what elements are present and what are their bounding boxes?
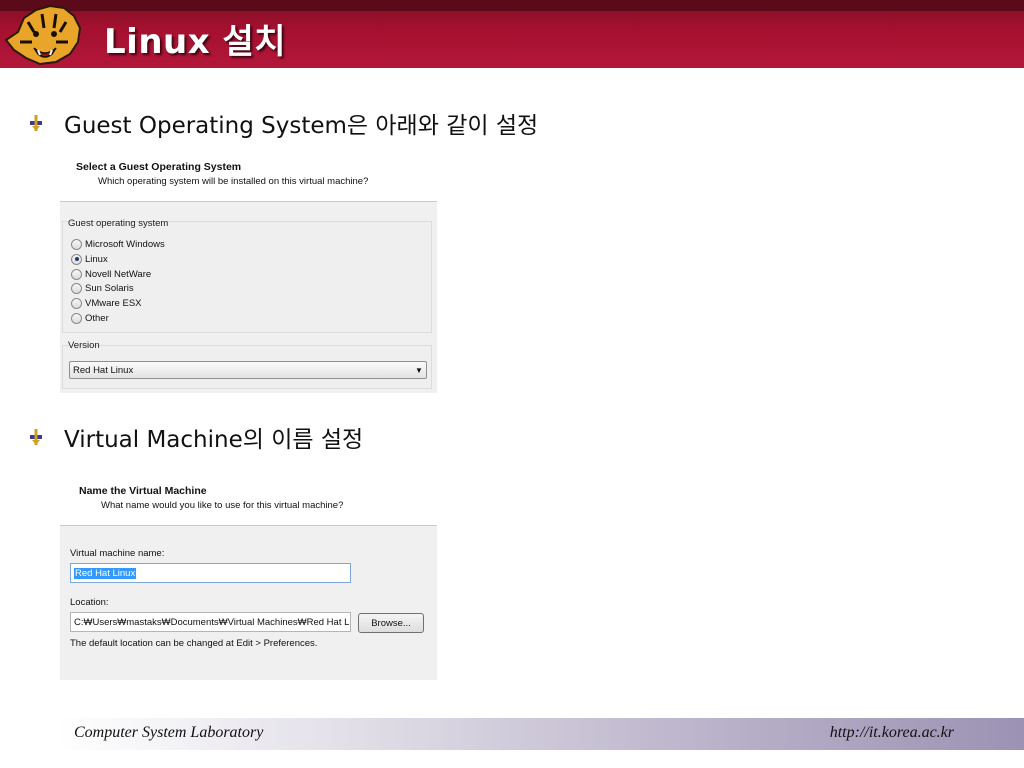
version-group: Version Red Hat Linux ▼: [62, 340, 432, 389]
vm-name-value: Red Hat Linux: [74, 567, 137, 579]
radio-label: Other: [85, 312, 109, 324]
location-note: The default location can be changed at E…: [70, 638, 318, 649]
radio-option-vmware-esx[interactable]: VMware ESX: [71, 296, 142, 310]
bullet-text: Virtual Machine의 이름 설정: [64, 427, 364, 453]
bullet-text: Guest Operating System은 아래와 같이 설정: [64, 113, 539, 139]
dialog-subheading: What name would you like to use for this…: [101, 500, 344, 511]
footer-url: http://it.korea.ac.kr: [829, 724, 954, 741]
radio-option-novell-netware[interactable]: Novell NetWare: [71, 267, 151, 281]
guest-os-group: Guest operating system Microsoft Windows…: [62, 218, 432, 333]
version-select[interactable]: Red Hat Linux ▼: [69, 361, 427, 379]
tiger-logo-icon: [4, 4, 82, 66]
location-label: Location:: [70, 597, 109, 608]
footer-lab-name: Computer System Laboratory: [74, 724, 264, 741]
group-label: Version: [68, 340, 100, 351]
bullet-item-guest-os: Guest Operating System은 아래와 같이 설정: [28, 106, 538, 140]
radio-option-other[interactable]: Other: [71, 311, 109, 325]
dialog-heading: Name the Virtual Machine: [79, 485, 207, 497]
radio-option-sun-solaris[interactable]: Sun Solaris: [71, 281, 134, 295]
location-input[interactable]: C:₩Users₩mastaks₩Documents₩Virtual Machi…: [70, 612, 351, 632]
radio-button[interactable]: [71, 282, 82, 294]
vm-name-label: Virtual machine name:: [70, 548, 165, 559]
radio-label: Linux: [85, 253, 108, 265]
radio-button[interactable]: [71, 297, 82, 309]
radio-label: Novell NetWare: [85, 268, 152, 280]
radio-button[interactable]: [71, 238, 82, 250]
radio-option-linux[interactable]: Linux: [71, 252, 108, 266]
footer-bar: Computer System Laboratory http://it.kor…: [58, 718, 1024, 750]
bullet-item-vm-name: Virtual Machine의 이름 설정: [28, 420, 363, 454]
dialog-header: Name the Virtual Machine What name would…: [60, 478, 437, 526]
radio-label: Sun Solaris: [85, 282, 134, 294]
vm-name-dialog-screenshot: Name the Virtual Machine What name would…: [60, 478, 437, 680]
slide-title: Linux 설치: [104, 22, 287, 62]
bullet-arrow-icon: [30, 115, 42, 131]
radio-option-microsoft-windows[interactable]: Microsoft Windows: [71, 237, 165, 251]
radio-button-selected[interactable]: [71, 253, 82, 265]
dialog-subheading: Which operating system will be installed…: [98, 176, 369, 187]
group-label: Guest operating system: [68, 218, 169, 229]
radio-label: VMware ESX: [85, 297, 142, 309]
dialog-heading: Select a Guest Operating System: [76, 161, 242, 173]
radio-label: Microsoft Windows: [85, 238, 165, 250]
location-value: C:₩Users₩mastaks₩Documents₩Virtual Machi…: [74, 616, 350, 628]
dropdown-arrow-icon[interactable]: ▼: [412, 366, 426, 375]
vm-name-input[interactable]: Red Hat Linux: [70, 563, 351, 583]
radio-button[interactable]: [71, 312, 82, 324]
dialog-header: Select a Guest Operating System Which op…: [60, 155, 437, 202]
radio-button[interactable]: [71, 268, 82, 280]
title-banner: Linux 설치: [0, 0, 1024, 68]
banner-stripe: [0, 0, 1024, 11]
guest-os-dialog-screenshot: Select a Guest Operating System Which op…: [60, 155, 437, 393]
select-value: Red Hat Linux: [73, 364, 134, 376]
browse-button[interactable]: Browse...: [358, 613, 424, 633]
bullet-arrow-icon: [30, 429, 42, 445]
